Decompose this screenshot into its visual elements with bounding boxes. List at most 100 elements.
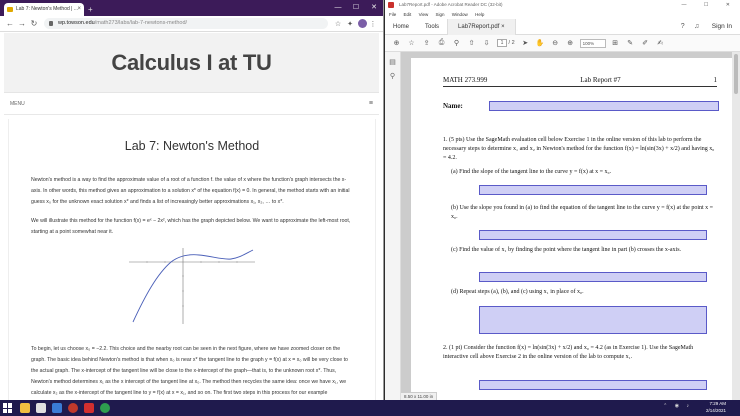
help-icon[interactable]: ? [676,23,690,30]
search-icon[interactable]: ⚲ [449,39,464,47]
page-indicator: 1 / 2 [494,39,518,47]
tab-document-label: Lab7Report.pdf [458,23,500,30]
answer-1c-field[interactable] [479,272,707,282]
answer-1d-field[interactable] [479,306,707,334]
address-bar[interactable]: wp.towson.edu/math273/labs/lab-7-newtons… [44,18,328,29]
site-nav: MENU ≡ [4,93,379,115]
print-icon[interactable]: ⎙ [434,39,449,47]
extensions-icon[interactable]: ✦ [344,20,356,28]
page-number: 1 [713,76,718,84]
menu-view[interactable]: View [419,12,429,17]
menu-edit[interactable]: Edit [404,12,412,17]
select-cursor-icon[interactable]: ➤ [518,39,533,47]
page-total: / 2 [508,40,515,46]
minimize-button[interactable]: — [329,0,347,16]
zoom-out-icon[interactable]: ⊖ [548,39,563,47]
menu-sign[interactable]: Sign [436,12,445,17]
bookmark-star-icon[interactable]: ☆ [332,20,344,28]
question-1c: (c) Find the value of x₁ by finding the … [451,247,682,253]
upload-icon[interactable]: ⇪ [419,39,434,47]
graph-ticks [146,261,238,307]
fit-page-icon[interactable]: ⊞ [608,39,623,47]
name-label: Name: [443,102,463,110]
system-tray[interactable]: ⌃ ◉ ♪ [663,403,692,409]
windows-taskbar: ⌃ ◉ ♪ 7:29 AM 2/14/2021 [0,400,740,416]
forward-arrow-icon[interactable]: → [16,19,28,28]
highlight-icon[interactable]: ✐ [638,39,653,47]
tab-tools[interactable]: Tools [417,19,447,35]
question-1d: (d) Repeat steps (a), (b), and (c) using… [451,289,584,295]
acrobat-window-title: Lab7Report.pdf - Adobe Acrobat Reader DC… [399,2,503,7]
app-icon[interactable] [100,403,110,413]
question-2: 2. (1 pt) Consider the function f(x) = l… [443,345,694,360]
profile-avatar[interactable] [358,19,367,28]
clock-date: 2/14/2021 [705,407,726,413]
vertical-scrollbar[interactable] [732,52,740,400]
zoom-dropdown[interactable]: 100% [579,38,606,48]
tab-home[interactable]: Home [385,19,417,35]
close-window-button[interactable]: ✕ [365,0,383,16]
acrobat-window: Lab7Report.pdf - Adobe Acrobat Reader DC… [385,0,740,400]
acrobat-toolbar: ⊕ ☆ ⇪ ⎙ ⚲ ⇧ ⇩ 1 / 2 ➤ ✋ ⊖ ⊕ 100% ⊞ ✎ ✐ ✍ [385,35,740,52]
menu-label[interactable]: MENU [10,101,25,107]
function-graph [129,248,255,324]
back-arrow-icon[interactable]: ← [4,19,16,28]
acrobat-tab-bar: Home Tools Lab7Report.pdf × ? ♫ Sign In [385,18,740,35]
chrome-window-controls: — ☐ ✕ [329,0,383,16]
function-curve [132,249,254,323]
menu-help[interactable]: Help [475,12,484,17]
next-page-icon[interactable]: ⇩ [479,39,494,47]
windows-start-icon[interactable] [3,403,13,413]
sign-icon[interactable]: ✍ [653,39,668,47]
intro-paragraph: Newton's method is a way to find the app… [31,177,350,205]
newton-explanation-paragraph: To begin, let us choose x₀ = −2.2. This … [31,346,348,396]
tab-document-close-icon[interactable]: × [501,24,505,30]
chrome-menu-icon[interactable]: ⋮ [367,20,379,28]
hamburger-menu-icon[interactable]: ≡ [369,100,373,107]
chrome-taskbar-icon[interactable] [68,403,78,413]
bookmark-star-icon[interactable]: ☆ [404,39,419,47]
page-number-input[interactable]: 1 [497,39,507,47]
browser-tab[interactable]: Lab 7: Newton's Method | ... × [4,3,84,16]
web-page: Calculus I at TU MENU ≡ Lab 7: Newton's … [0,33,383,400]
file-explorer-icon[interactable] [20,403,30,413]
acrobat-app-icon [388,2,394,8]
create-pdf-icon[interactable]: ⊕ [389,39,404,47]
tab-document[interactable]: Lab7Report.pdf × [447,18,516,35]
new-tab-button[interactable]: + [88,3,93,16]
answer-2-field[interactable] [479,380,707,390]
maximize-button[interactable]: ☐ [347,0,365,16]
site-title[interactable]: Calculus I at TU [4,33,379,93]
acrobat-taskbar-icon[interactable] [84,403,94,413]
scrollbar-thumb[interactable] [734,54,738,94]
reload-icon[interactable]: ↻ [28,19,40,28]
course-code: MATH 273.999 [443,76,488,84]
attachment-icon[interactable]: ⚲ [385,72,400,80]
acrobat-window-controls[interactable]: — ☐ ✕ [682,0,738,10]
notifications-bell-icon[interactable]: ♫ [690,23,704,30]
question-1b: (b) Use the slope you found in (a) to fi… [451,205,714,220]
comment-icon[interactable]: ✎ [623,39,638,47]
pdf-page: MATH 273.999 Lab Report #7 1 Name: 1. (5… [411,58,732,400]
chrome-window: Lab 7: Newton's Method | ... × + — ☐ ✕ ←… [0,0,384,400]
clock-time: 7:29 AM [709,401,726,406]
app-icon[interactable] [36,403,46,413]
taskbar-clock[interactable]: 7:29 AM 2/14/2021 [706,401,726,414]
name-field[interactable] [489,101,719,111]
menu-window[interactable]: Window [452,12,468,17]
acrobat-left-rail: ▤ ⚲ [385,52,401,400]
hand-tool-icon[interactable]: ✋ [533,39,548,47]
menu-file[interactable]: File [389,12,396,17]
lab-title: Lab 7: Newton's Method [124,139,260,153]
sign-in-button[interactable]: Sign In [704,23,740,30]
example-paragraph: We will illustrate this method for the f… [31,218,351,235]
document-viewport: MATH 273.999 Lab Report #7 1 Name: 1. (5… [401,52,732,400]
tab-close-icon[interactable]: × [77,3,81,16]
zoom-in-icon[interactable]: ⊕ [563,39,578,47]
chrome-toolbar: ← → ↻ wp.towson.edu/math273/labs/lab-7-n… [0,16,383,32]
answer-1a-field[interactable] [479,185,707,195]
prev-page-icon[interactable]: ⇧ [464,39,479,47]
answer-1b-field[interactable] [479,230,707,240]
edge-icon[interactable] [52,403,62,413]
pages-thumbnail-icon[interactable]: ▤ [385,58,400,66]
